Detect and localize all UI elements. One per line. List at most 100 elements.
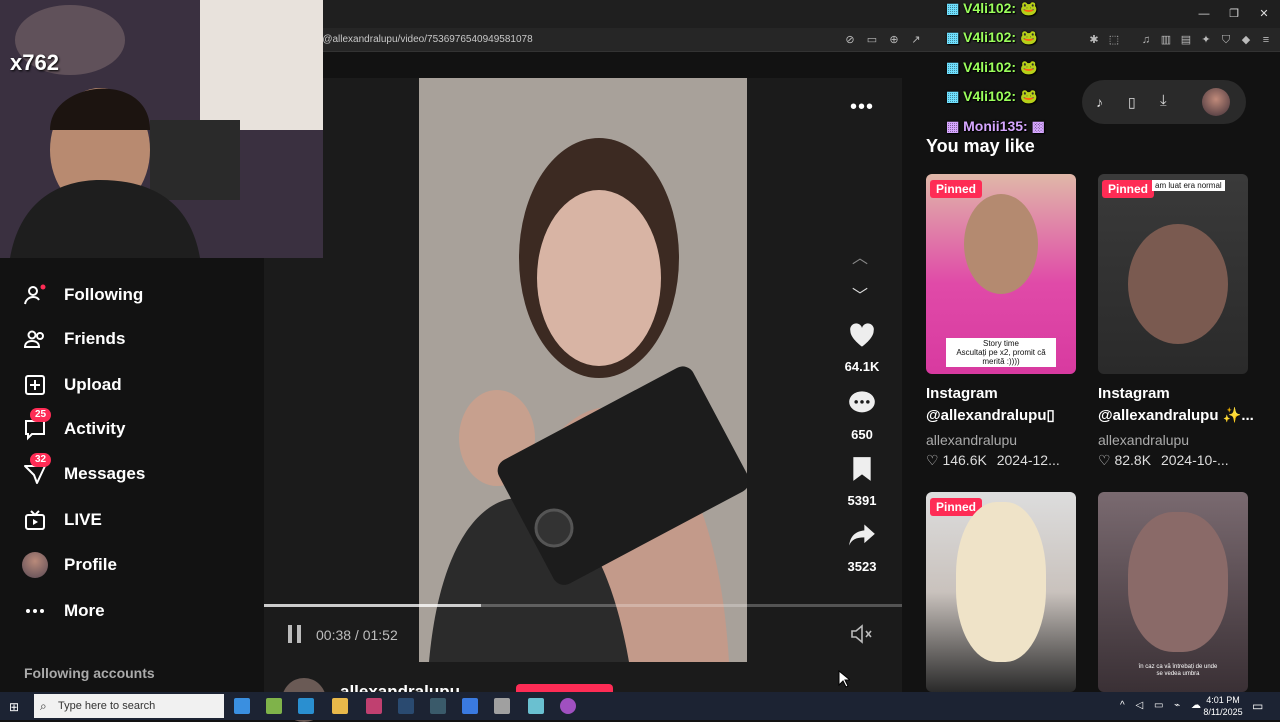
app-icon[interactable] (462, 698, 478, 714)
app-icon[interactable] (528, 698, 544, 714)
url-text[interactable]: n/@allexandralupu/video/7536976540949581… (314, 34, 533, 45)
sidebar-item-live[interactable]: LIVE (22, 505, 102, 535)
sidebar-item-profile[interactable]: Profile (22, 550, 117, 580)
cast-icon[interactable]: ▭ (864, 32, 880, 48)
sidebar-item-label: Upload (64, 375, 122, 394)
card-thumbnail-face (1128, 224, 1228, 344)
share-button[interactable]: 3523 (838, 522, 886, 574)
pinned-badge: Pinned (1102, 180, 1155, 198)
chat-message: ▦ V4li102: 🐸 (946, 29, 1037, 46)
share-arrow-icon (849, 524, 875, 546)
wallet-icon[interactable]: ▤ (1178, 32, 1194, 48)
like-button[interactable]: 64.1K (838, 322, 886, 374)
previous-video-icon[interactable]: ︿ (852, 244, 868, 268)
bookmark-icon (853, 457, 871, 481)
app-icon[interactable] (430, 698, 446, 714)
activity-badge: 25 (30, 408, 52, 422)
save-count: 5391 (847, 493, 877, 508)
vpn-icon[interactable]: ◆ (1238, 32, 1254, 48)
recommend-card-2[interactable]: Pinned am luat era normal (1098, 174, 1248, 374)
video-more-options-icon[interactable]: ••• (850, 96, 874, 119)
file-explorer-icon[interactable] (332, 698, 348, 714)
save-button[interactable]: 5391 (838, 456, 886, 508)
volume-muted-icon[interactable] (850, 624, 874, 649)
sidebar-item-activity[interactable]: 25 Activity (22, 408, 125, 444)
app-icon[interactable] (560, 698, 576, 714)
chat-username: V4li102: (963, 29, 1017, 45)
recommend-card-1[interactable]: Pinned Story time Ascultați pe x2, promi… (926, 174, 1076, 374)
clock-time[interactable]: 4:01 PM (1203, 695, 1243, 705)
card-author[interactable]: allexandralupu (1098, 432, 1189, 448)
media-icon[interactable]: ♫ (1138, 32, 1154, 48)
clock-date[interactable]: 8/11/2025 (1200, 707, 1246, 717)
browser-icon[interactable] (366, 698, 382, 714)
chat-message: ▦ V4li102: 🐸 (946, 88, 1037, 105)
share-icon[interactable]: ↗ (908, 32, 924, 48)
user-avatar[interactable] (1202, 88, 1230, 116)
tiktok-logo-icon[interactable]: ♪ (1096, 94, 1103, 110)
card-likes: 82.8K (1114, 452, 1152, 468)
edge-icon[interactable] (298, 698, 314, 714)
sidebar-item-label: Messages (64, 464, 146, 483)
screenshot-icon[interactable]: ⬚ (1106, 32, 1122, 48)
mute-site-icon[interactable]: ⊘ (842, 32, 858, 48)
next-video-icon[interactable]: ﹀ (852, 282, 868, 306)
frog-emote-icon: 🐸 (1019, 29, 1038, 45)
task-view-icon[interactable] (234, 698, 250, 714)
system-tray-icons[interactable]: ^ ◁ ▭ ⌁ ☁ (1120, 700, 1205, 711)
phone-icon[interactable]: ▯ (1128, 94, 1136, 111)
card-date: 2024-12... (996, 452, 1060, 468)
notification-icon[interactable]: ▭ (1252, 699, 1263, 713)
following-accounts-heading: Following accounts (24, 665, 155, 681)
menu-icon[interactable]: ≡ (1258, 32, 1274, 48)
mouse-cursor (838, 669, 852, 693)
sidebar-item-more[interactable]: More (22, 596, 105, 626)
comment-button[interactable]: 650 (838, 390, 886, 442)
windows-start-icon[interactable]: ⊞ (9, 700, 19, 714)
webcam-overlay: x762 (0, 0, 323, 258)
frog-emote-icon: 🐸 (1019, 59, 1038, 75)
card-author[interactable]: allexandralupu (926, 432, 1017, 448)
copilot-icon[interactable] (266, 698, 282, 714)
card-title-line1[interactable]: Instagram (926, 383, 998, 405)
avatar (22, 552, 48, 578)
card-title-line2[interactable]: @allexandralupu ✨... (1098, 405, 1254, 427)
chat-badge-icon: ▦ (946, 29, 960, 45)
sidebar-item-messages[interactable]: 32 Messages (22, 453, 146, 489)
chat-username: V4li102: (963, 59, 1017, 75)
download-icon[interactable]: ⤓ (1160, 92, 1167, 109)
sidebar-item-label: LIVE (64, 510, 102, 529)
recommend-card-3[interactable]: Pinned (926, 492, 1076, 692)
card-likes: 146.6K (942, 452, 987, 468)
steam-icon[interactable] (398, 698, 414, 714)
chat-message: ▦ V4li102: 🐸 (946, 0, 1037, 17)
zoom-icon[interactable]: ⊕ (886, 32, 902, 48)
minimize-button[interactable]: — (1196, 6, 1212, 22)
more-icon (22, 598, 48, 624)
shield-icon[interactable]: ⛉ (1218, 32, 1234, 48)
sidepanel-icon[interactable]: ▥ (1158, 32, 1174, 48)
card-title-line2[interactable]: @allexandralupu▯ (926, 405, 1055, 427)
video-time: 00:38 / 01:52 (316, 627, 398, 643)
emote-icon: ▩ (1031, 118, 1045, 134)
sidebar-item-following[interactable]: Following (22, 280, 143, 310)
activity-icon: 25 (22, 408, 52, 442)
live-icon (22, 507, 48, 533)
ai-icon[interactable]: ✦ (1198, 32, 1214, 48)
card-title-line1[interactable]: Instagram (1098, 383, 1170, 405)
restore-button[interactable]: ❐ (1226, 6, 1242, 22)
recommend-card-4[interactable]: în caz ca vă întrebați de unde se vedea … (1098, 492, 1248, 692)
sidebar-item-friends[interactable]: Friends (22, 324, 125, 354)
comment-count: 650 (851, 427, 873, 442)
upload-icon (22, 372, 48, 398)
pause-icon[interactable] (286, 624, 304, 649)
share-count: 3523 (847, 559, 877, 574)
close-button[interactable]: ✕ (1256, 6, 1272, 22)
extensions-icon[interactable]: ✱ (1086, 32, 1102, 48)
comment-icon (849, 391, 875, 413)
card-date: 2024-10-... (1160, 452, 1229, 468)
video-player[interactable] (419, 78, 747, 662)
sidebar-item-upload[interactable]: Upload (22, 370, 122, 400)
following-icon (22, 282, 48, 308)
app-icon[interactable] (494, 698, 510, 714)
